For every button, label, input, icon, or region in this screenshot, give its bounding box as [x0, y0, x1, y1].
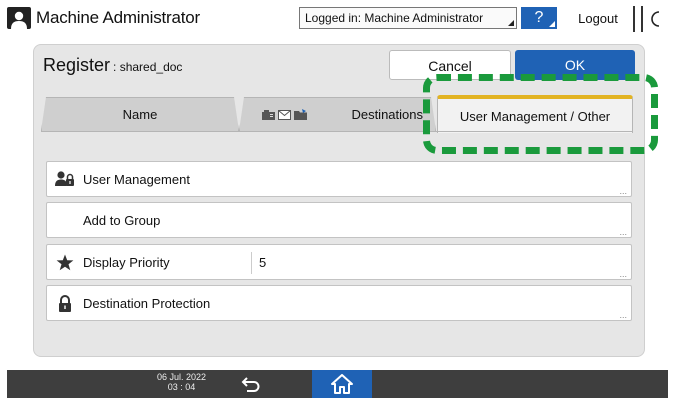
destination-protection-row[interactable]: Destination Protection ... — [46, 285, 632, 321]
user-lock-icon — [47, 170, 83, 188]
user-indicator: Machine Administrator — [7, 6, 200, 30]
login-status-button[interactable]: Logged in: Machine Administrator — [299, 7, 517, 29]
dialog-title-subtitle: : shared_doc — [113, 60, 183, 74]
display-priority-value: 5 — [259, 255, 267, 270]
tab-destinations[interactable]: Destinations — [239, 97, 436, 131]
logged-in-user-title: Machine Administrator — [36, 8, 200, 27]
user-management-label: User Management — [83, 171, 190, 187]
add-to-group-row[interactable]: Add to Group ... — [46, 202, 632, 238]
more-indicator: ... — [619, 310, 627, 320]
user-icon — [7, 7, 31, 29]
help-label: ? — [534, 9, 544, 26]
time-text: 03 : 04 — [167, 382, 196, 392]
datetime-display: 06 Jul. 2022 03 : 04 — [157, 372, 206, 392]
home-icon — [331, 374, 353, 394]
more-indicator: ... — [619, 269, 627, 279]
expand-corner-icon — [508, 20, 514, 26]
mail-icon — [278, 110, 291, 120]
logout-button[interactable]: Logout — [563, 6, 635, 32]
top-bar: Machine Administrator Logged in: Machine… — [0, 0, 675, 36]
bottom-bar: 06 Jul. 2022 03 : 04 — [7, 370, 668, 398]
highlight-callout — [423, 74, 658, 154]
date-text: 06 Jul. 2022 — [157, 372, 207, 382]
login-status-text: Logged in: Machine Administrator — [305, 11, 484, 25]
night-mode-button[interactable] — [641, 6, 669, 32]
destination-protection-label: Destination Protection — [83, 295, 211, 311]
back-button[interactable] — [239, 372, 263, 396]
add-to-group-label: Add to Group — [83, 212, 161, 228]
tab-destinations-label: Destinations — [351, 107, 423, 122]
value-separator — [251, 252, 252, 274]
tab-name-label: Name — [122, 107, 158, 122]
help-button[interactable]: ? — [521, 7, 557, 29]
display-priority-row[interactable]: Display Priority 5 ... — [46, 244, 632, 280]
more-indicator: ... — [619, 227, 627, 237]
home-button[interactable] — [312, 370, 372, 398]
dialog-title-main: Register — [43, 55, 111, 75]
folder-icon — [294, 109, 308, 120]
back-arrow-icon — [241, 377, 260, 392]
tab-name[interactable]: Name — [41, 97, 239, 131]
destination-icons — [262, 109, 308, 120]
fax-icon — [262, 110, 275, 120]
moon-icon — [651, 11, 660, 27]
star-icon — [47, 254, 83, 271]
expand-corner-icon — [549, 21, 555, 27]
lock-icon — [47, 294, 83, 312]
more-indicator: ... — [619, 186, 627, 196]
display-priority-label: Display Priority — [83, 254, 170, 270]
dialog-title: Register : shared_doc — [43, 55, 182, 76]
user-management-row[interactable]: User Management ... — [46, 161, 632, 197]
